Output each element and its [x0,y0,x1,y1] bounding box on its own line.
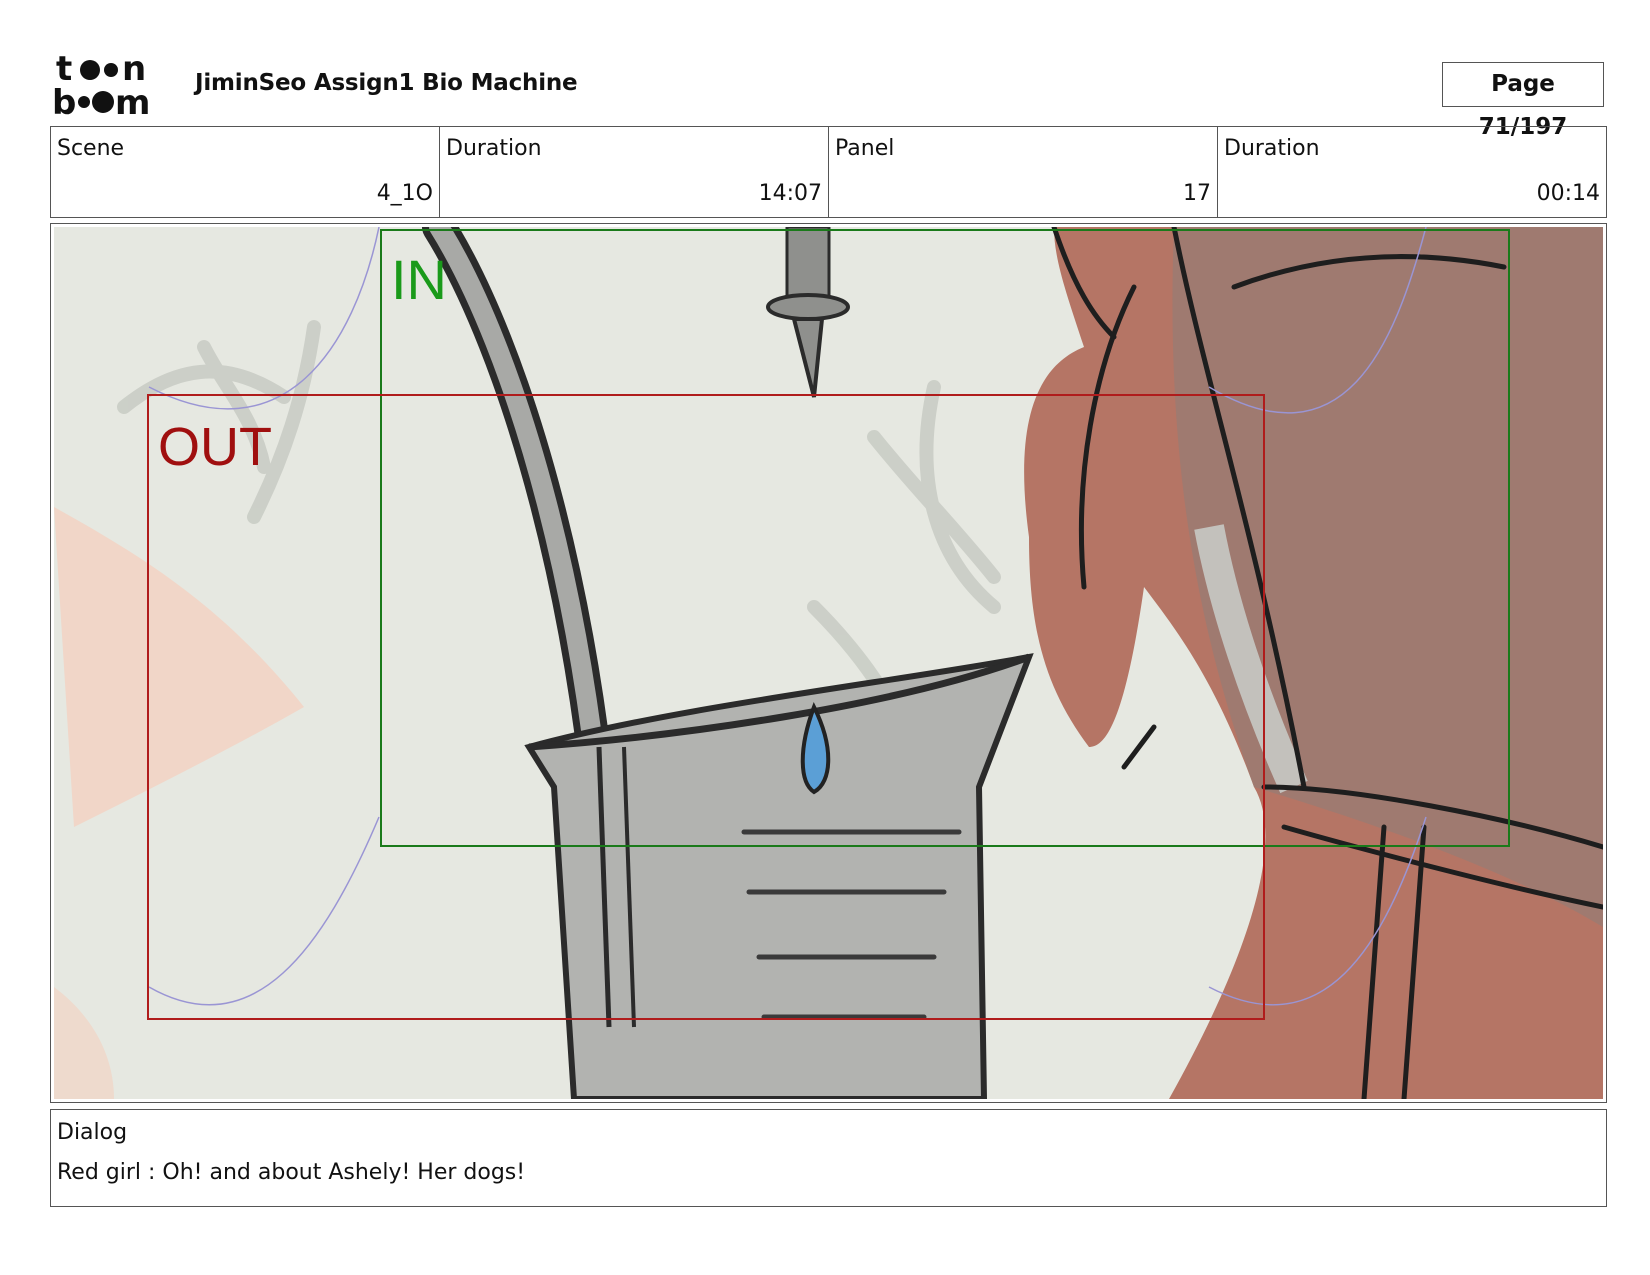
panel-duration-label: Duration [1224,136,1320,161]
panel-label: Panel [835,136,895,161]
panel-cell: Panel 17 [829,127,1218,217]
toon-boom-logo: t n b m [52,50,150,118]
svg-text:m: m [115,83,150,118]
scene-duration-cell: Duration 14:07 [440,127,829,217]
in-frame-label: IN [391,248,447,311]
storyboard-panel: IN OUT [50,223,1607,1103]
scene-cell: Scene 4_1O [51,127,440,217]
panel-duration-value: 00:14 [1536,181,1600,206]
scene-duration-label: Duration [446,136,542,161]
dialog-box: Dialog Red girl : Oh! and about Ashely! … [50,1109,1607,1207]
scene-label: Scene [57,136,125,161]
dialog-text: Red girl : Oh! and about Ashely! Her dog… [57,1160,526,1185]
page-number: Page 71/197 [1442,62,1604,140]
scene-duration-value: 14:07 [758,181,822,206]
scene-value: 4_1O [376,181,433,206]
document-title: JiminSeo Assign1 Bio Machine [195,70,578,96]
panel-value: 17 [1183,181,1211,206]
out-frame-label: OUT [158,417,272,477]
panel-duration-cell: Duration 00:14 [1218,127,1606,217]
dialog-label: Dialog [57,1120,128,1145]
panel-artwork: IN OUT [54,227,1603,1099]
scene-info-row: Scene 4_1O Duration 14:07 Panel 17 Durat… [50,126,1607,218]
svg-text:b: b [52,83,76,118]
